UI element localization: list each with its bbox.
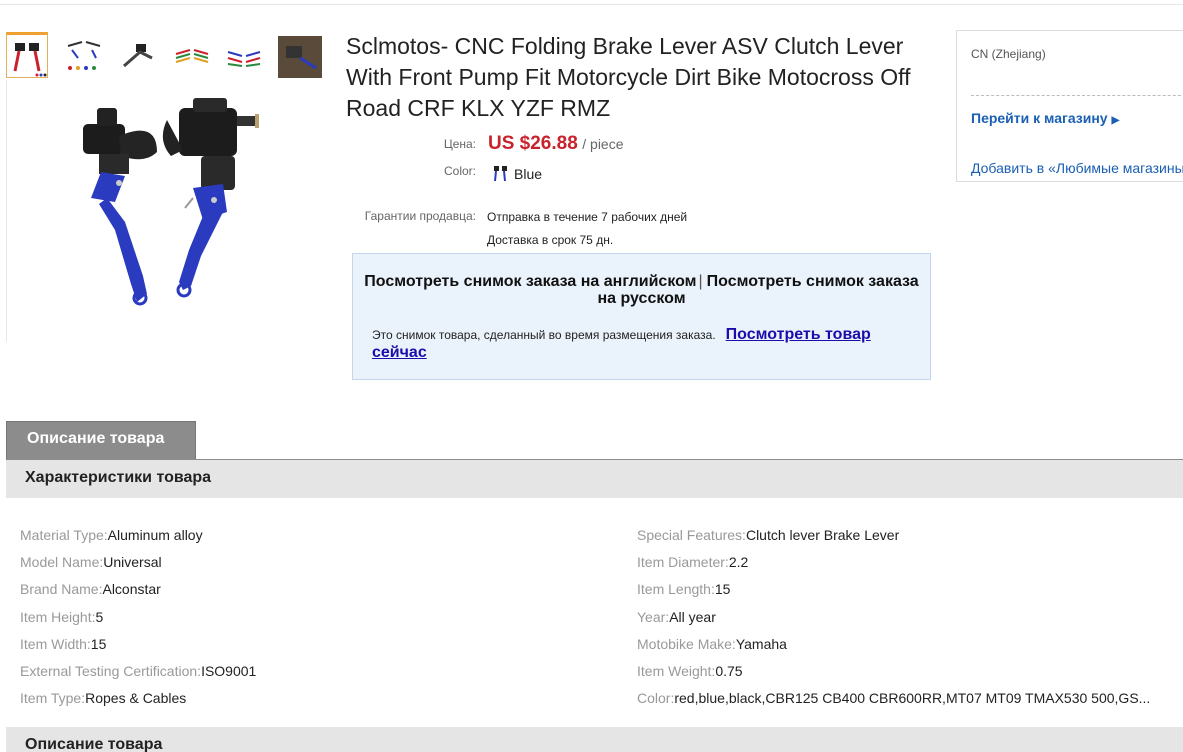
guarantee-line-2: Доставка в срок 75 дн. <box>487 233 614 247</box>
thumbnail-2[interactable] <box>62 32 104 78</box>
price-label: Цена: <box>443 137 476 151</box>
go-to-store-label: Перейти к магазину <box>971 110 1108 126</box>
go-to-store-link[interactable]: Перейти к магазину ▶ <box>971 110 1119 126</box>
tab-description[interactable]: Описание товара <box>6 421 196 460</box>
snapshot-links: Посмотреть снимок заказа на английском | П… <box>353 273 930 307</box>
spec-item: Year:All year <box>637 609 716 625</box>
thumbnail-strip <box>6 32 322 80</box>
product-title: Sclmotos- CNC Folding Brake Lever ASV Cl… <box>346 33 911 121</box>
spec-item: Item Diameter:2.2 <box>637 554 749 570</box>
spec-item: Color:red,blue,black,CBR125 CB400 CBR600… <box>637 690 1151 706</box>
thumbnail-3[interactable] <box>116 32 158 78</box>
thumbnail-6[interactable] <box>276 32 322 78</box>
view-english-snapshot-link[interactable]: Посмотреть снимок заказа на английском <box>364 273 696 290</box>
spec-item: Material Type:Aluminum alloy <box>20 527 203 543</box>
spec-item: Item Weight:0.75 <box>637 663 743 679</box>
thumbnail-5[interactable] <box>222 32 264 78</box>
guarantee-label: Гарантии продавца: <box>364 209 476 223</box>
guarantee-line-1: Отправка в течение 7 рабочих дней <box>487 210 688 224</box>
description-section-title: Описание товара <box>6 727 1183 752</box>
price-block: US $26.88 / piece <box>488 133 624 155</box>
left-lever-graphic <box>83 108 157 306</box>
spec-item: Model Name:Universal <box>20 554 162 570</box>
snapshot-note: Это снимок товара, сделанный во время ра… <box>372 326 912 362</box>
specs-section-title: Характеристики товара <box>6 460 1183 498</box>
spec-item: Item Type:Ropes & Cables <box>20 690 187 706</box>
spec-item: Special Features:Clutch lever Brake Leve… <box>637 527 900 543</box>
caret-right-icon: ▶ <box>1111 115 1120 126</box>
snapshot-note-text: Это снимок товара, сделанный во время ра… <box>372 328 716 342</box>
store-origin: CN (Zhejiang) <box>971 47 1046 61</box>
price-unit: / piece <box>582 136 624 152</box>
main-product-image[interactable] <box>6 80 322 342</box>
color-label: Color: <box>443 164 476 178</box>
spec-item: Item Height:5 <box>20 609 104 625</box>
spec-item: Motobike Make:Yamaha <box>637 636 787 652</box>
spec-item: External Testing Certification:ISO9001 <box>20 663 257 679</box>
store-panel: CN (Zhejiang) Перейти к магазину ▶ Добави… <box>956 30 1183 182</box>
right-lever-graphic <box>162 98 259 298</box>
color-value: Blue <box>514 166 543 182</box>
spec-item: Item Length:15 <box>637 581 731 597</box>
spec-item: Item Width:15 <box>20 636 107 652</box>
add-favorite-store-link[interactable]: Добавить в «Любимые магазины» <box>971 160 1183 176</box>
spec-item: Brand Name:Alconstar <box>20 581 161 597</box>
color-swatch-icon <box>494 166 507 182</box>
color-option[interactable]: Blue <box>492 164 542 184</box>
order-snapshot-box: Посмотреть снимок заказа на английском | П… <box>352 253 931 380</box>
price-value: US $26.88 <box>488 133 578 154</box>
thumbnail-1[interactable] <box>6 32 48 78</box>
top-divider <box>0 4 1183 5</box>
thumbnail-4[interactable] <box>170 32 212 78</box>
store-divider <box>971 95 1183 96</box>
snapshot-separator: | <box>698 273 703 290</box>
